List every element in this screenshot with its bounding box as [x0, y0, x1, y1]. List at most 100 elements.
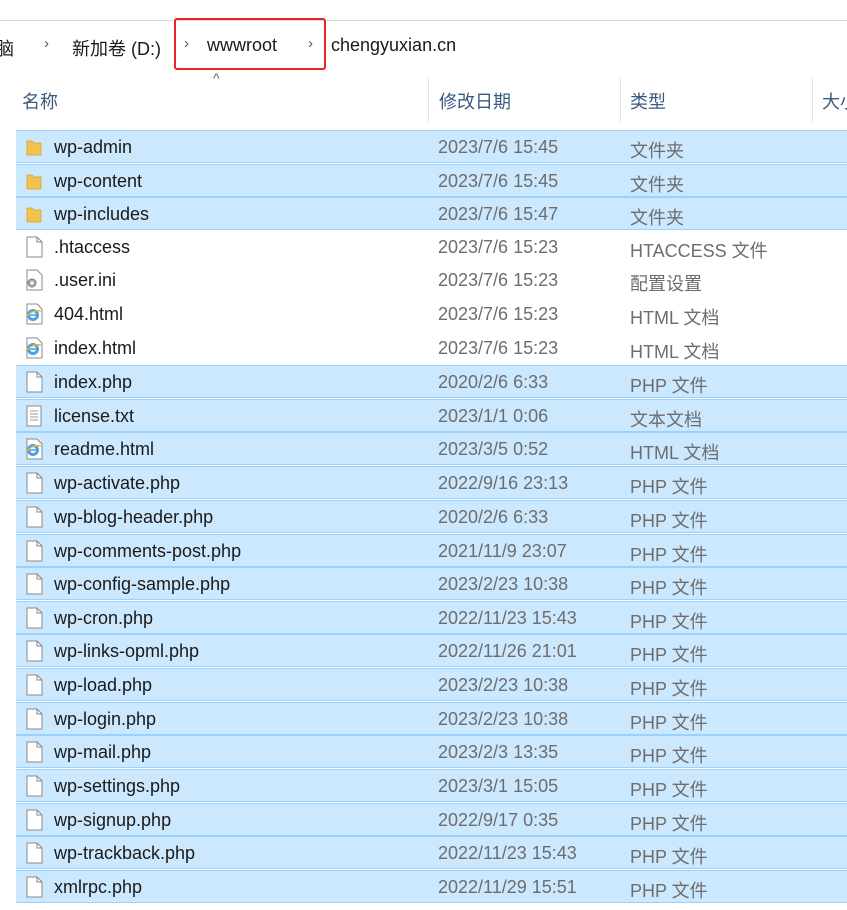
file-modified-date: 2020/2/6 6:33: [438, 507, 549, 527]
file-row[interactable]: wp-load.php 2023/2/23 10:38 PHP 文件: [16, 668, 847, 701]
column-header-type[interactable]: 类型: [630, 88, 666, 114]
file-row[interactable]: wp-links-opml.php 2022/11/26 21:01 PHP 文件: [16, 634, 847, 667]
file-modified-date: 2022/11/23 15:43: [438, 608, 577, 628]
file-name[interactable]: wp-links-opml.php: [54, 641, 199, 662]
file-row[interactable]: index.html 2023/7/6 15:23 HTML 文档: [16, 332, 847, 365]
file-icon: [24, 842, 44, 864]
file-row[interactable]: readme.html 2023/3/5 0:52 HTML 文档: [16, 432, 847, 465]
file-name[interactable]: wp-includes: [54, 204, 149, 225]
file-name[interactable]: wp-cron.php: [54, 608, 153, 629]
file-row[interactable]: .htaccess 2023/7/6 15:23 HTACCESS 文件: [16, 231, 847, 264]
file-modified-date: 2023/7/6 15:23: [438, 270, 559, 290]
file-icon: [24, 506, 44, 528]
annotation-highlight-box: [174, 18, 326, 70]
column-divider[interactable]: [620, 78, 621, 122]
address-bar[interactable]: 脑 › 新加卷 (D:) › wwwroot › chengyuxian.cn: [0, 26, 847, 66]
file-row[interactable]: wp-config-sample.php 2023/2/23 10:38 PHP 文…: [16, 567, 847, 600]
file-modified-date: 2023/3/1 15:05: [438, 776, 559, 796]
file-type: 文件夹: [630, 208, 684, 228]
file-type: PHP 文件: [630, 477, 708, 497]
file-type: PHP 文件: [630, 713, 708, 733]
file-name[interactable]: wp-settings.php: [54, 776, 180, 797]
file-name[interactable]: readme.html: [54, 439, 154, 460]
file-icon: [24, 371, 44, 393]
file-name[interactable]: license.txt: [54, 406, 134, 427]
file-type: PHP 文件: [630, 814, 708, 834]
file-row[interactable]: wp-includes 2023/7/6 15:47 文件夹: [16, 197, 847, 230]
file-type: PHP 文件: [630, 376, 708, 396]
file-name[interactable]: wp-blog-header.php: [54, 507, 213, 528]
file-icon: [24, 741, 44, 763]
file-row[interactable]: wp-settings.php 2023/3/1 15:05 PHP 文件: [16, 769, 847, 802]
file-name[interactable]: wp-activate.php: [54, 473, 180, 494]
column-header-size[interactable]: 大小: [822, 88, 847, 114]
file-type: HTACCESS 文件: [630, 241, 768, 261]
file-name[interactable]: wp-admin: [54, 137, 132, 158]
file-row[interactable]: wp-cron.php 2022/11/23 15:43 PHP 文件: [16, 601, 847, 634]
file-row[interactable]: index.php 2020/2/6 6:33 PHP 文件: [16, 365, 847, 398]
file-type: PHP 文件: [630, 645, 708, 665]
file-icon: [24, 708, 44, 730]
file-row[interactable]: license.txt 2023/1/1 0:06 文本文档: [16, 399, 847, 432]
file-row[interactable]: wp-activate.php 2022/9/16 23:13 PHP 文件: [16, 466, 847, 499]
file-name[interactable]: wp-trackback.php: [54, 843, 195, 864]
file-name[interactable]: .user.ini: [54, 270, 116, 291]
file-name[interactable]: .htaccess: [54, 237, 130, 258]
file-type: PHP 文件: [630, 612, 708, 632]
file-name[interactable]: index.html: [54, 338, 136, 359]
column-header-date[interactable]: 修改日期: [439, 88, 511, 114]
file-icon: [24, 640, 44, 662]
file-row[interactable]: wp-login.php 2023/2/23 10:38 PHP 文件: [16, 702, 847, 735]
file-row[interactable]: wp-trackback.php 2022/11/23 15:43 PHP 文件: [16, 836, 847, 869]
file-modified-date: 2023/2/3 13:35: [438, 742, 559, 762]
file-row[interactable]: wp-mail.php 2023/2/3 13:35 PHP 文件: [16, 735, 847, 768]
file-type: PHP 文件: [630, 746, 708, 766]
file-row[interactable]: wp-blog-header.php 2020/2/6 6:33 PHP 文件: [16, 500, 847, 533]
ie-html-icon: [24, 303, 44, 325]
chevron-right-icon[interactable]: ›: [44, 35, 49, 52]
file-type: PHP 文件: [630, 578, 708, 598]
file-icon: [24, 809, 44, 831]
file-modified-date: 2020/2/6 6:33: [438, 372, 549, 392]
file-name[interactable]: wp-content: [54, 171, 142, 192]
file-name[interactable]: wp-login.php: [54, 709, 156, 730]
file-name[interactable]: wp-signup.php: [54, 810, 171, 831]
breadcrumb-this-pc[interactable]: 脑: [0, 35, 14, 61]
column-header-name[interactable]: 名称: [22, 88, 58, 114]
column-divider[interactable]: [812, 78, 813, 122]
file-row[interactable]: wp-signup.php 2022/9/17 0:35 PHP 文件: [16, 803, 847, 836]
file-modified-date: 2022/11/23 15:43: [438, 843, 577, 863]
file-name[interactable]: wp-comments-post.php: [54, 541, 241, 562]
file-name[interactable]: index.php: [54, 372, 132, 393]
file-row[interactable]: wp-admin 2023/7/6 15:45 文件夹: [16, 130, 847, 163]
file-modified-date: 2023/7/6 15:45: [438, 137, 559, 157]
file-modified-date: 2023/7/6 15:23: [438, 237, 559, 257]
file-type: HTML 文档: [630, 443, 720, 463]
column-divider[interactable]: [428, 78, 429, 122]
file-type: HTML 文档: [630, 308, 720, 328]
file-icon: [24, 775, 44, 797]
file-row[interactable]: .user.ini 2023/7/6 15:23 配置设置: [16, 264, 847, 297]
file-name[interactable]: wp-mail.php: [54, 742, 151, 763]
ie-html-icon: [24, 337, 44, 359]
file-row[interactable]: wp-content 2023/7/6 15:45 文件夹: [16, 164, 847, 197]
file-modified-date: 2022/11/26 21:01: [438, 641, 577, 661]
file-name[interactable]: 404.html: [54, 304, 123, 325]
file-name[interactable]: wp-load.php: [54, 675, 152, 696]
file-icon: [24, 876, 44, 898]
file-modified-date: 2023/7/6 15:23: [438, 338, 559, 358]
file-row[interactable]: xmlrpc.php 2022/11/29 15:51 PHP 文件: [16, 870, 847, 903]
file-type: PHP 文件: [630, 847, 708, 867]
file-icon: [24, 472, 44, 494]
file-modified-date: 2023/7/6 15:23: [438, 304, 559, 324]
folder-icon: [24, 136, 44, 158]
file-row[interactable]: 404.html 2023/7/6 15:23 HTML 文档: [16, 298, 847, 331]
file-modified-date: 2023/2/23 10:38: [438, 675, 569, 695]
file-name[interactable]: wp-config-sample.php: [54, 574, 230, 595]
breadcrumb-drive-d[interactable]: 新加卷 (D:): [72, 35, 161, 61]
file-type: 文件夹: [630, 141, 684, 161]
file-modified-date: 2023/2/23 10:38: [438, 709, 569, 729]
file-row[interactable]: wp-comments-post.php 2021/11/9 23:07 PHP 文…: [16, 534, 847, 567]
breadcrumb-current-folder[interactable]: chengyuxian.cn: [331, 35, 456, 56]
file-name[interactable]: xmlrpc.php: [54, 877, 142, 898]
